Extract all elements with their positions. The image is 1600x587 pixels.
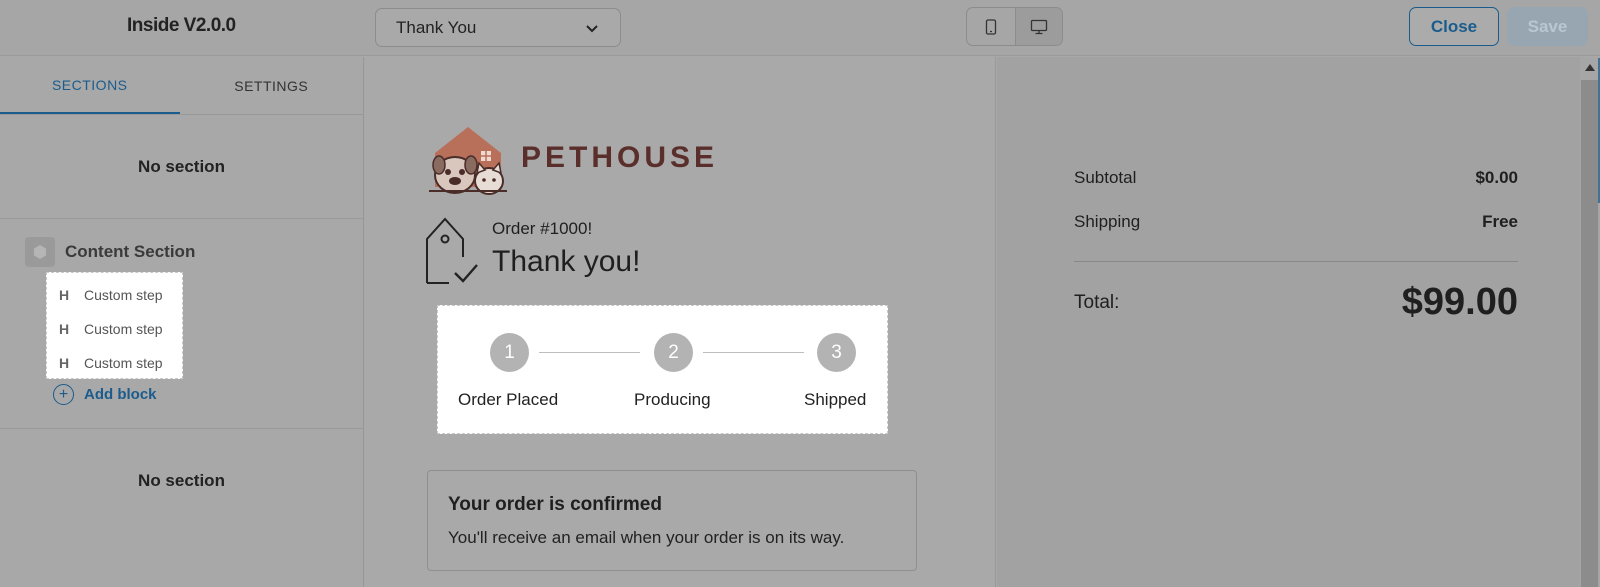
top-bar: Inside V2.0.0 Thank You Close Save bbox=[0, 0, 1600, 56]
subtotal-value: $0.00 bbox=[1475, 168, 1518, 187]
step-connector bbox=[703, 352, 804, 353]
block-item[interactable]: H Custom step bbox=[47, 312, 182, 346]
device-toggle bbox=[966, 7, 1063, 46]
block-label: Custom step bbox=[84, 287, 163, 303]
plus-circle-icon: + bbox=[53, 384, 74, 405]
close-button[interactable]: Close bbox=[1409, 7, 1499, 46]
order-number: Order #1000! bbox=[492, 219, 593, 238]
order-summary: Subtotal $0.00 Shipping Free Total: $99.… bbox=[997, 57, 1580, 587]
total-row: Total: $99.00 bbox=[1074, 281, 1518, 324]
heading-icon: H bbox=[59, 287, 70, 303]
brand-name: PETHOUSE bbox=[521, 141, 719, 174]
block-label: Custom step bbox=[84, 321, 163, 337]
block-label: Custom step bbox=[84, 355, 163, 371]
block-list: H Custom step H Custom step H Custom ste… bbox=[46, 272, 183, 379]
shipping-label: Shipping bbox=[1074, 212, 1141, 231]
tag-check-icon bbox=[426, 217, 478, 284]
desktop-icon bbox=[1030, 19, 1047, 34]
tab-settings[interactable]: SETTINGS bbox=[180, 57, 364, 114]
tab-sections[interactable]: SECTIONS bbox=[0, 57, 180, 114]
content-section-label: Content Section bbox=[65, 242, 196, 261]
summary-divider bbox=[1074, 261, 1518, 262]
step-connector bbox=[539, 352, 640, 353]
heading-icon: H bbox=[59, 321, 70, 337]
section-icon bbox=[25, 237, 55, 267]
sidebar-tabs: SECTIONS SETTINGS bbox=[0, 57, 363, 115]
content-section: Content Section H Custom step H Custom s… bbox=[0, 219, 363, 429]
scroll-up-arrow-icon[interactable] bbox=[1585, 64, 1595, 71]
confirm-text: You'll receive an email when your order … bbox=[448, 528, 845, 547]
scrollbar-thumb[interactable] bbox=[1581, 80, 1598, 587]
subtotal-label: Subtotal bbox=[1074, 168, 1137, 187]
block-item[interactable]: H Custom step bbox=[47, 278, 182, 312]
sidebar: SECTIONS SETTINGS No section Content Sec… bbox=[0, 57, 364, 587]
step-label: Shipped bbox=[804, 390, 867, 409]
empty-section-bottom: No section bbox=[138, 471, 225, 490]
step-number: 2 bbox=[654, 333, 693, 372]
hexagon-icon bbox=[34, 245, 46, 259]
empty-section-top: No section bbox=[0, 115, 363, 219]
brand-logo: PETHOUSE bbox=[425, 125, 718, 197]
order-steps-block[interactable]: 1 2 3 Order Placed Producing Shipped bbox=[437, 305, 888, 434]
step-number: 1 bbox=[490, 333, 529, 372]
add-block-button[interactable]: + Add block bbox=[53, 384, 157, 405]
app-title: Inside V2.0.0 bbox=[127, 15, 236, 36]
subtotal-row: Subtotal $0.00 bbox=[1074, 168, 1518, 188]
save-button[interactable]: Save bbox=[1507, 7, 1588, 46]
add-block-label: Add block bbox=[84, 386, 157, 403]
page-select-value: Thank You bbox=[396, 17, 477, 37]
content-section-header[interactable]: Content Section bbox=[25, 237, 195, 267]
total-label: Total: bbox=[1074, 291, 1120, 313]
order-confirmed-box: Your order is confirmed You'll receive a… bbox=[427, 470, 917, 571]
shipping-value: Free bbox=[1482, 212, 1518, 231]
pethouse-logo-icon bbox=[429, 127, 507, 195]
chevron-down-icon bbox=[586, 25, 598, 33]
step-number: 3 bbox=[817, 333, 856, 372]
mobile-view-button[interactable] bbox=[967, 8, 1015, 45]
page-preview: PETHOUSE Order #1000! Thank you! 1 2 3 O… bbox=[365, 57, 996, 587]
shipping-row: Shipping Free bbox=[1074, 212, 1518, 232]
thank-you-heading: Thank you! bbox=[492, 245, 641, 278]
confirm-title: Your order is confirmed bbox=[448, 494, 662, 515]
step-label: Order Placed bbox=[458, 390, 559, 409]
step-label: Producing bbox=[634, 390, 711, 409]
heading-icon: H bbox=[59, 355, 70, 371]
block-item[interactable]: H Custom step bbox=[47, 346, 182, 380]
total-value: $99.00 bbox=[1401, 281, 1518, 323]
page-select-dropdown[interactable]: Thank You bbox=[375, 8, 621, 47]
mobile-icon bbox=[985, 18, 996, 35]
desktop-view-button[interactable] bbox=[1014, 8, 1062, 45]
